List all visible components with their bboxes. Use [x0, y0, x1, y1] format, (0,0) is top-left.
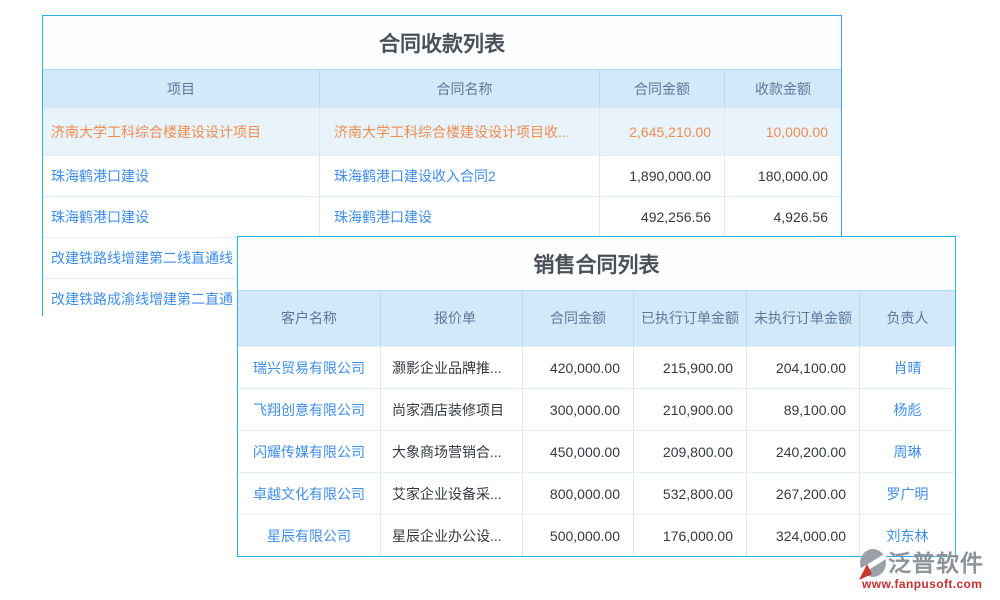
col-header-contract-amount: 合同金额 [523, 291, 634, 346]
col-header-customer: 客户名称 [238, 291, 381, 346]
contract-amount-cell: 300,000.00 [523, 389, 634, 430]
contract-amount-cell: 1,890,000.00 [600, 156, 725, 196]
payment-amount-cell: 180,000.00 [725, 156, 841, 196]
owner-link[interactable]: 杨彪 [860, 389, 955, 430]
unexecuted-amount-cell: 240,200.00 [747, 431, 860, 472]
executed-amount-cell: 215,900.00 [634, 347, 747, 388]
customer-link[interactable]: 卓越文化有限公司 [238, 473, 381, 514]
owner-link[interactable]: 肖晴 [860, 347, 955, 388]
contract-link[interactable]: 珠海鹤港口建设收入合同2 [320, 156, 600, 196]
project-link[interactable]: 济南大学工科综合楼建设设计项目 [43, 109, 320, 155]
watermark-brand: 泛普软件 [888, 547, 984, 579]
sales-contract-panel: 销售合同列表 客户名称 报价单 合同金额 已执行订单金额 未执行订单金额 负责人… [237, 236, 956, 557]
contract-amount-cell: 2,645,210.00 [600, 109, 725, 155]
owner-link[interactable]: 罗广明 [860, 473, 955, 514]
contract-amount-cell: 420,000.00 [523, 347, 634, 388]
customer-link[interactable]: 瑞兴贸易有限公司 [238, 347, 381, 388]
executed-amount-cell: 210,900.00 [634, 389, 747, 430]
executed-amount-cell: 176,000.00 [634, 515, 747, 556]
col-header-unexecuted-amount: 未执行订单金额 [747, 291, 860, 346]
col-header-executed-amount: 已执行订单金额 [634, 291, 747, 346]
contract-amount-cell: 800,000.00 [523, 473, 634, 514]
table-row[interactable]: 瑞兴贸易有限公司 灏影企业品牌推... 420,000.00 215,900.0… [238, 346, 955, 388]
quote-cell: 艾家企业设备采... [381, 473, 523, 514]
table-row[interactable]: 珠海鹤港口建设 珠海鹤港口建设收入合同2 1,890,000.00 180,00… [43, 155, 841, 196]
col-header-contract-amount: 合同金额 [600, 70, 725, 108]
executed-amount-cell: 532,800.00 [634, 473, 747, 514]
executed-amount-cell: 209,800.00 [634, 431, 747, 472]
contract-link[interactable]: 济南大学工科综合楼建设设计项目收... [320, 109, 600, 155]
quote-cell: 灏影企业品牌推... [381, 347, 523, 388]
col-header-contract-name: 合同名称 [320, 70, 600, 108]
unexecuted-amount-cell: 267,200.00 [747, 473, 860, 514]
contract-link[interactable]: 珠海鹤港口建设 [320, 197, 600, 237]
table-row[interactable]: 闪耀传媒有限公司 大象商场营销合... 450,000.00 209,800.0… [238, 430, 955, 472]
unexecuted-amount-cell: 204,100.00 [747, 347, 860, 388]
payment-amount-cell: 4,926.56 [725, 197, 841, 237]
contract-amount-cell: 450,000.00 [523, 431, 634, 472]
watermark: 泛普软件 www.fanpusoft.com [858, 547, 998, 591]
sales-table-header: 客户名称 报价单 合同金额 已执行订单金额 未执行订单金额 负责人 [238, 291, 955, 346]
col-header-owner: 负责人 [860, 291, 955, 346]
table-row[interactable]: 飞翔创意有限公司 尚家酒店装修项目 300,000.00 210,900.00 … [238, 388, 955, 430]
col-header-quote: 报价单 [381, 291, 523, 346]
table-row[interactable]: 卓越文化有限公司 艾家企业设备采... 800,000.00 532,800.0… [238, 472, 955, 514]
quote-cell: 尚家酒店装修项目 [381, 389, 523, 430]
customer-link[interactable]: 闪耀传媒有限公司 [238, 431, 381, 472]
payment-table-title: 合同收款列表 [43, 16, 841, 70]
watermark-url: www.fanpusoft.com [858, 577, 998, 591]
table-row[interactable]: 珠海鹤港口建设 珠海鹤港口建设 492,256.56 4,926.56 [43, 196, 841, 237]
project-link[interactable]: 珠海鹤港口建设 [43, 156, 320, 196]
table-row[interactable]: 济南大学工科综合楼建设设计项目 济南大学工科综合楼建设设计项目收... 2,64… [43, 108, 841, 155]
unexecuted-amount-cell: 89,100.00 [747, 389, 860, 430]
project-link[interactable]: 珠海鹤港口建设 [43, 197, 320, 237]
contract-amount-cell: 500,000.00 [523, 515, 634, 556]
sales-table-title: 销售合同列表 [238, 237, 955, 291]
contract-amount-cell: 492,256.56 [600, 197, 725, 237]
fanpu-logo-icon [858, 547, 888, 581]
payment-table-header: 项目 合同名称 合同金额 收款金额 [43, 70, 841, 108]
customer-link[interactable]: 飞翔创意有限公司 [238, 389, 381, 430]
quote-cell: 星辰企业办公设... [381, 515, 523, 556]
payment-amount-cell: 10,000.00 [725, 109, 841, 155]
customer-link[interactable]: 星辰有限公司 [238, 515, 381, 556]
col-header-payment-amount: 收款金额 [725, 70, 841, 108]
owner-link[interactable]: 周琳 [860, 431, 955, 472]
table-row[interactable]: 星辰有限公司 星辰企业办公设... 500,000.00 176,000.00 … [238, 514, 955, 556]
col-header-project: 项目 [43, 70, 320, 108]
unexecuted-amount-cell: 324,000.00 [747, 515, 860, 556]
quote-cell: 大象商场营销合... [381, 431, 523, 472]
